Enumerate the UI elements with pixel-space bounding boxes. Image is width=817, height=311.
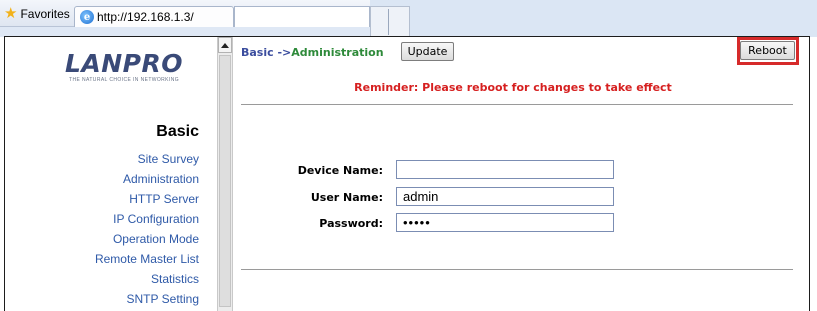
browser-bar-background xyxy=(370,0,817,37)
favorites-star-icon: ★ xyxy=(4,5,18,22)
sidebar-item-operation-mode[interactable]: Operation Mode xyxy=(95,229,199,249)
sidebar-item-ip-configuration[interactable]: IP Configuration xyxy=(95,209,199,229)
update-button[interactable]: Update xyxy=(401,42,454,61)
logo-text: LANPRO xyxy=(64,49,184,78)
page-frame: LANPRO THE NATURAL CHOICE IN NETWORKING … xyxy=(4,36,810,311)
device-name-label: Device Name: xyxy=(297,164,383,177)
divider-top xyxy=(241,104,793,105)
favorites-button[interactable]: ★ Favorites xyxy=(4,4,70,23)
tab-separator xyxy=(388,9,389,35)
reboot-reminder: Reminder: Please reboot for changes to t… xyxy=(354,81,672,94)
logo-tagline: THE NATURAL CHOICE IN NETWORKING xyxy=(68,77,180,83)
divider-bottom xyxy=(241,269,793,270)
sidebar-item-remote-master-list[interactable]: Remote Master List xyxy=(95,249,199,269)
new-tab-button[interactable] xyxy=(370,6,410,37)
arrow-up-icon xyxy=(221,42,229,48)
user-name-field[interactable] xyxy=(396,187,614,206)
sidebar-item-administration[interactable]: Administration xyxy=(95,169,199,189)
sidebar-item-statistics[interactable]: Statistics xyxy=(95,269,199,289)
browser-tab[interactable]: e http://192.168.1.3/ xyxy=(74,6,234,27)
main-content: Basic ->Administration Update Reboot Rem… xyxy=(233,37,809,311)
sidebar: LANPRO THE NATURAL CHOICE IN NETWORKING … xyxy=(5,37,217,311)
breadcrumb-prefix: Basic -> xyxy=(241,46,292,59)
sidebar-nav: Site Survey Administration HTTP Server I… xyxy=(95,149,199,309)
tab-strip-area xyxy=(234,6,370,27)
favorites-label: Favorites xyxy=(20,6,70,21)
scroll-up-button[interactable] xyxy=(218,37,232,53)
scroll-thumb[interactable] xyxy=(219,55,231,307)
password-label: Password: xyxy=(319,217,383,230)
sidebar-item-sntp-setting[interactable]: SNTP Setting xyxy=(95,289,199,309)
device-name-field[interactable] xyxy=(396,160,614,179)
reboot-button[interactable]: Reboot xyxy=(740,41,795,60)
browser-chrome: ★ Favorites e http://192.168.1.3/ xyxy=(0,0,817,37)
user-name-label: User Name: xyxy=(310,191,383,204)
password-field[interactable] xyxy=(396,213,614,232)
sidebar-scrollbar[interactable] xyxy=(217,37,233,311)
lanpro-logo: LANPRO THE NATURAL CHOICE IN NETWORKING xyxy=(49,49,199,83)
ie-icon: e xyxy=(80,10,94,24)
sidebar-item-site-survey[interactable]: Site Survey xyxy=(95,149,199,169)
section-title: Basic xyxy=(156,123,199,140)
breadcrumb-current: Administration xyxy=(291,46,384,59)
breadcrumb: Basic ->Administration xyxy=(241,46,384,59)
sidebar-item-http-server[interactable]: HTTP Server xyxy=(95,189,199,209)
tab-url: http://192.168.1.3/ xyxy=(97,10,194,24)
